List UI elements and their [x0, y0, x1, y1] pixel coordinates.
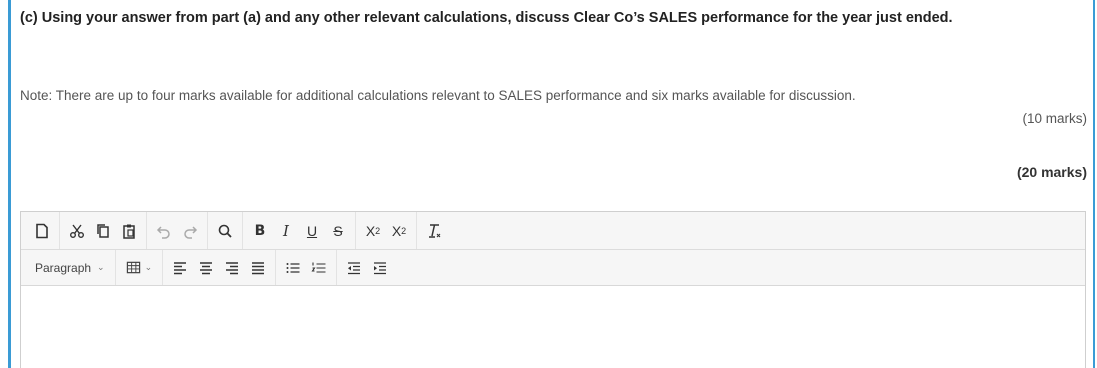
align-justify-icon[interactable]: [245, 255, 271, 281]
toolbar-group-table: ⌄: [116, 250, 164, 285]
bullet-list-icon[interactable]: [280, 255, 306, 281]
toolbar-group-align: [163, 250, 277, 285]
part-marks: (10 marks): [1022, 111, 1087, 126]
redo-icon[interactable]: [177, 218, 203, 244]
undo-icon[interactable]: [151, 218, 177, 244]
table-menu-button[interactable]: ⌄: [120, 255, 159, 281]
question-note: Note: There are up to four marks availab…: [20, 88, 856, 103]
align-left-icon[interactable]: [167, 255, 193, 281]
chevron-down-icon: ⌄: [144, 262, 153, 272]
underline-icon[interactable]: U: [299, 218, 325, 244]
toolbar-group-file: [25, 212, 60, 249]
clear-formatting-icon[interactable]: [421, 218, 447, 244]
format-select[interactable]: Paragraph ⌄: [29, 255, 111, 281]
copy-icon[interactable]: [90, 218, 116, 244]
format-select-value: Paragraph: [35, 260, 92, 275]
cut-icon[interactable]: [64, 218, 90, 244]
toolbar-group-indent: [337, 250, 397, 285]
indent-icon[interactable]: [367, 255, 393, 281]
italic-icon[interactable]: I: [273, 218, 299, 244]
rich-text-editor: B I U S X2 X2 Paragraph ⌄ ⌄: [20, 211, 1086, 368]
editor-toolbar-secondary: Paragraph ⌄ ⌄: [21, 250, 1085, 286]
align-center-icon[interactable]: [193, 255, 219, 281]
toolbar-group-lists: [276, 250, 338, 285]
superscript-icon[interactable]: X2: [386, 218, 412, 244]
editor-toolbar-primary: B I U S X2 X2: [21, 212, 1085, 250]
toolbar-group-history: [147, 212, 208, 249]
question-title: (c) Using your answer from part (a) and …: [20, 10, 953, 26]
toolbar-group-search: [208, 212, 243, 249]
numbered-list-icon[interactable]: [306, 255, 332, 281]
subscript-icon[interactable]: X2: [360, 218, 386, 244]
editor-content-area[interactable]: [21, 286, 1085, 366]
toolbar-group-script: X2 X2: [356, 212, 417, 249]
align-right-icon[interactable]: [219, 255, 245, 281]
table-icon: [126, 261, 140, 274]
find-icon[interactable]: [212, 218, 238, 244]
toolbar-group-block: Paragraph ⌄: [25, 250, 116, 285]
total-marks: (20 marks): [1016, 164, 1087, 180]
toolbar-group-clear: [417, 212, 451, 249]
toolbar-group-clipboard: [60, 212, 147, 249]
toolbar-group-format: B I U S: [243, 212, 356, 249]
chevron-down-icon: ⌄: [97, 262, 105, 272]
bold-icon[interactable]: B: [247, 218, 273, 244]
outdent-icon[interactable]: [341, 255, 367, 281]
new-document-icon[interactable]: [29, 218, 55, 244]
strikethrough-icon[interactable]: S: [325, 218, 351, 244]
paste-icon[interactable]: [116, 218, 142, 244]
